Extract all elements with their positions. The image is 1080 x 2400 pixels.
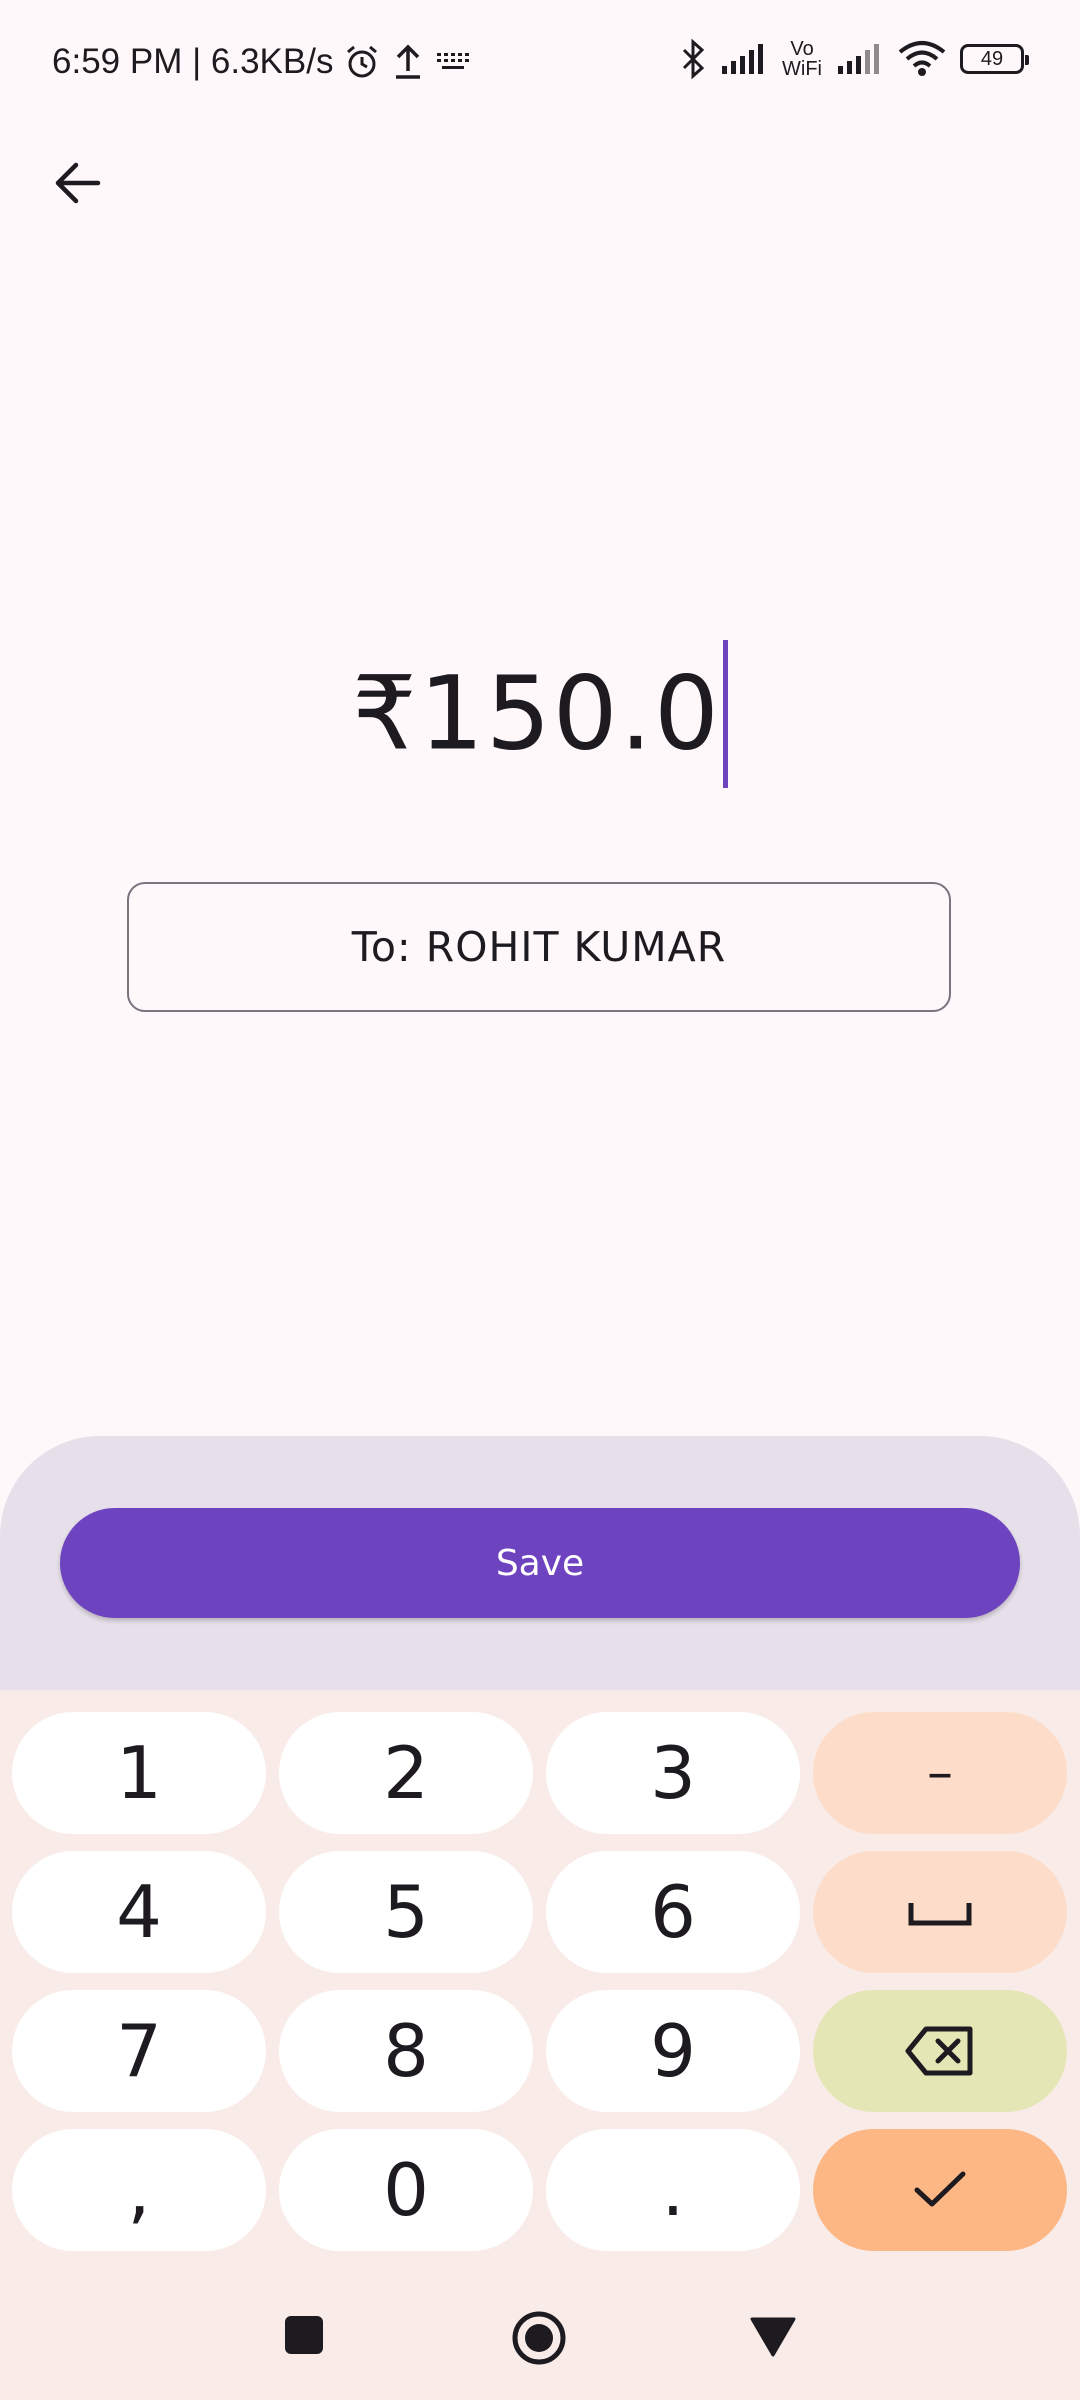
- key-label: –: [927, 1743, 953, 1803]
- keyboard-icon: [435, 51, 471, 73]
- key-9[interactable]: 9: [546, 1990, 800, 2112]
- save-button-label: Save: [495, 1542, 585, 1584]
- key-2[interactable]: 2: [279, 1712, 533, 1834]
- key-7[interactable]: 7: [12, 1990, 266, 2112]
- status-bar: 6:59 PM | 6.3KB/s Vo WiFi 49: [0, 0, 1080, 130]
- vowifi-indicator: Vo WiFi: [782, 39, 822, 79]
- bluetooth-icon: [680, 38, 706, 80]
- key-label: 4: [116, 1870, 162, 1954]
- status-left: 6:59 PM | 6.3KB/s: [52, 42, 471, 82]
- key-4[interactable]: 4: [12, 1851, 266, 1973]
- key-label: 3: [650, 1731, 696, 1815]
- amount-value[interactable]: ₹150.0: [352, 655, 721, 774]
- key-3[interactable]: 3: [546, 1712, 800, 1834]
- key-label: 2: [383, 1731, 429, 1815]
- space-bar-icon: [908, 1903, 972, 1926]
- key-8[interactable]: 8: [279, 1990, 533, 2112]
- key-0[interactable]: 0: [279, 2129, 533, 2251]
- key-dot[interactable]: .: [546, 2129, 800, 2251]
- amount-input[interactable]: ₹150.0: [0, 640, 1080, 788]
- key-1[interactable]: 1: [12, 1712, 266, 1834]
- key-label: 1: [116, 1731, 162, 1815]
- wifi-icon: [898, 40, 946, 78]
- key-label: 8: [383, 2009, 429, 2093]
- key-label: .: [661, 2148, 685, 2232]
- vowifi-top-label: Vo: [790, 38, 814, 60]
- battery-level: 49: [980, 47, 1004, 70]
- key-label: 0: [383, 2148, 429, 2232]
- check-icon: [914, 2171, 966, 2207]
- key-label: 6: [650, 1870, 696, 1954]
- battery-icon: 49: [960, 44, 1029, 74]
- key-5[interactable]: 5: [279, 1851, 533, 1973]
- signal-icon: [720, 42, 768, 76]
- recipient-field[interactable]: To: ROHIT KUMAR: [127, 882, 951, 1012]
- vowifi-bottom-label: WiFi: [782, 58, 822, 80]
- back-triangle-icon[interactable]: [750, 2317, 796, 2357]
- home-circle-icon[interactable]: [511, 2310, 567, 2366]
- back-button[interactable]: [44, 150, 110, 216]
- recipient-label: To: ROHIT KUMAR: [351, 923, 727, 971]
- key-space[interactable]: [813, 1851, 1067, 1973]
- key-label: 7: [116, 2009, 162, 2093]
- key-minus[interactable]: –: [813, 1712, 1067, 1834]
- recents-square-icon[interactable]: [284, 2315, 324, 2355]
- upload-icon: [391, 43, 425, 81]
- backspace-icon: [905, 2026, 973, 2076]
- key-label: 9: [650, 2009, 696, 2093]
- key-comma[interactable]: ,: [12, 2129, 266, 2251]
- navigation-bar: [0, 2270, 1080, 2400]
- key-label: 5: [383, 1870, 429, 1954]
- status-right: Vo WiFi 49: [680, 38, 1029, 80]
- key-6[interactable]: 6: [546, 1851, 800, 1973]
- status-time-speed: 6:59 PM | 6.3KB/s: [52, 42, 334, 81]
- key-done[interactable]: [813, 2129, 1067, 2251]
- text-cursor: [722, 640, 728, 788]
- alarm-icon: [343, 43, 381, 81]
- save-button[interactable]: Save: [60, 1508, 1020, 1618]
- arrow-left-icon: [55, 162, 101, 204]
- signal-icon-secondary: [836, 42, 884, 76]
- key-backspace[interactable]: [813, 1990, 1067, 2112]
- key-label: ,: [127, 2148, 151, 2232]
